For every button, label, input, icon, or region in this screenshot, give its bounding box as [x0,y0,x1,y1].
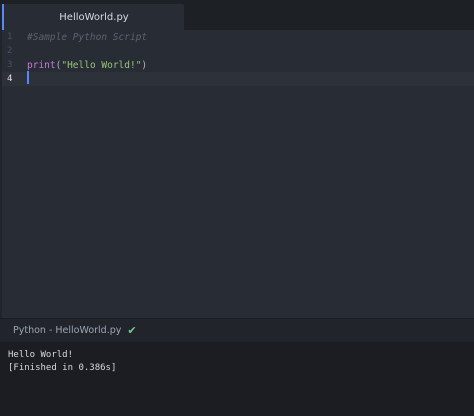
code-comment: #Sample Python Script [27,31,148,43]
output-line: [Finished in 0.386s] [8,363,117,373]
code-statement: print("Hello World!") [27,60,147,71]
tab-bar: HelloWorld.py [0,0,474,30]
code-line[interactable]: 1 #Sample Python Script [2,30,474,44]
code-line[interactable]: 2 [2,44,474,58]
build-label: Python - HelloWorld.py [13,325,122,336]
output-line: Hello World! [8,350,74,360]
line-number: 4 [7,74,13,84]
line-number: 2 [7,46,13,56]
code-function: print [27,59,56,71]
code-text [27,71,29,87]
editor-window: HelloWorld.py 1 #Sample Python Script 2 … [0,0,474,416]
code-paren-close: ) [141,59,148,71]
output-panel[interactable]: Hello World! [Finished in 0.386s] [0,342,474,416]
line-number: 1 [7,32,13,42]
tab-helloworld-py[interactable]: HelloWorld.py [2,4,184,30]
code-editor[interactable]: 1 #Sample Python Script 2 3 print("Hello… [2,30,474,318]
build-status-bar: Python - HelloWorld.py ✔ [0,318,474,342]
tab-label: HelloWorld.py [59,11,129,23]
check-icon: ✔ [127,324,137,337]
text-cursor [27,71,29,84]
code-line[interactable]: 3 print("Hello World!") [2,58,474,72]
code-string: "Hello World!" [61,59,142,71]
line-number: 3 [7,60,13,70]
code-line-active[interactable]: 4 [2,71,474,87]
